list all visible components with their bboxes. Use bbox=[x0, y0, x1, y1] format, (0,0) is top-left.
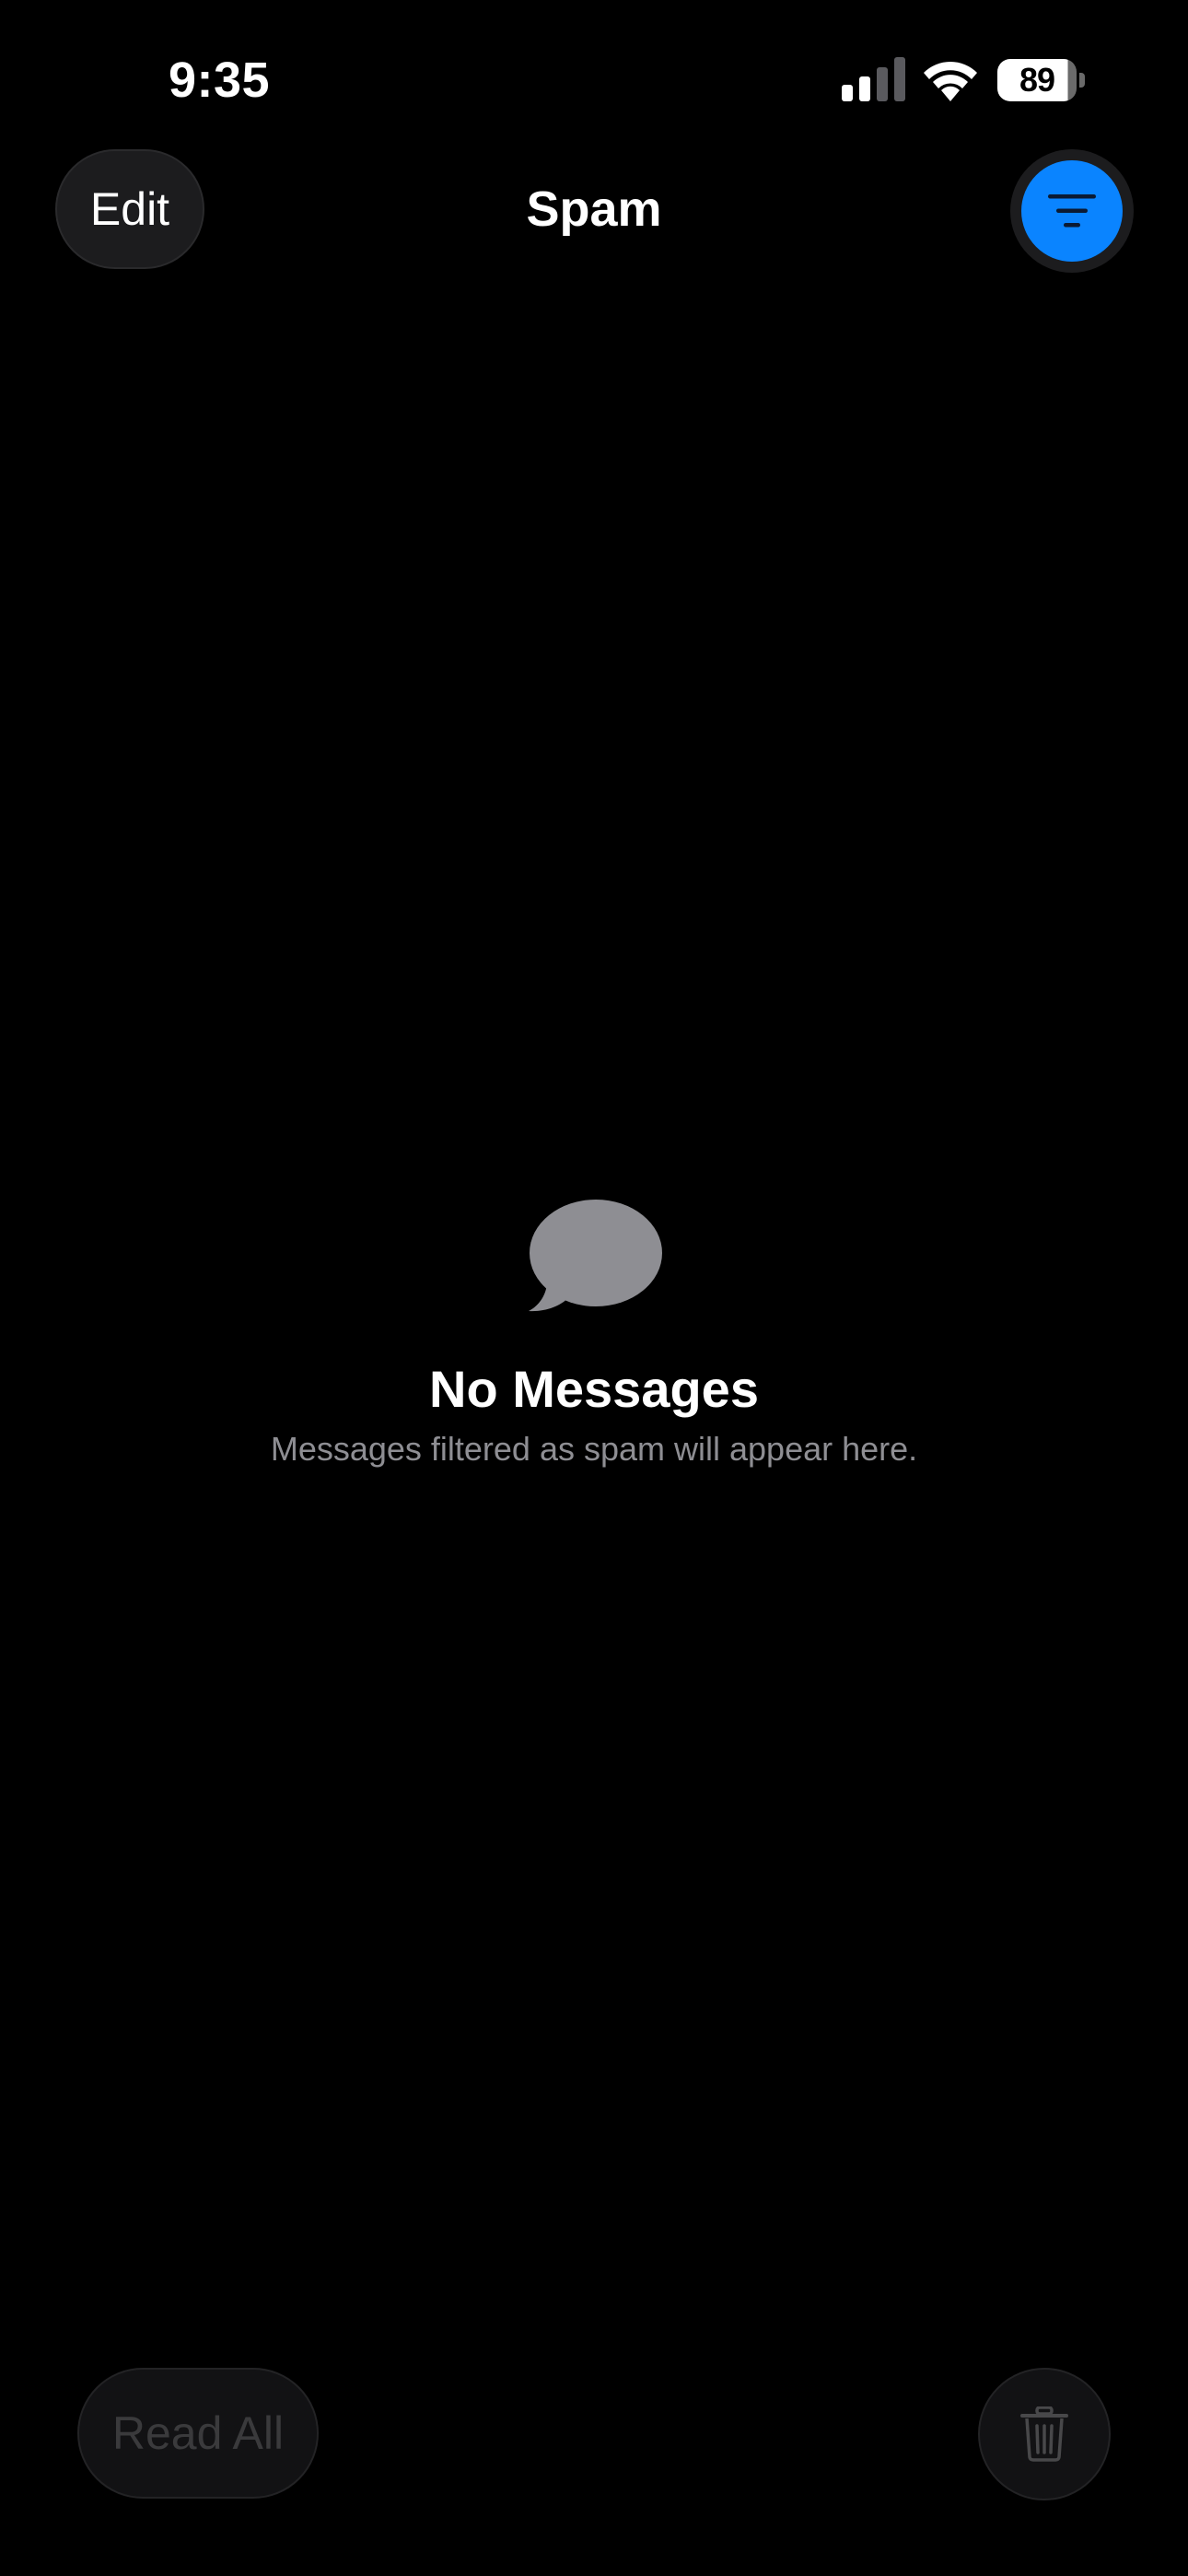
filter-button[interactable] bbox=[1010, 149, 1134, 273]
cellular-signal-icon bbox=[842, 57, 905, 101]
battery-icon: 89 bbox=[997, 59, 1086, 101]
trash-icon bbox=[1020, 2406, 1068, 2462]
battery-tip bbox=[1079, 73, 1085, 88]
message-bubble-icon bbox=[529, 1200, 662, 1312]
filter-icon bbox=[1048, 194, 1096, 228]
wifi-icon bbox=[924, 61, 977, 101]
read-all-button[interactable]: Read All bbox=[77, 2368, 319, 2499]
page-title: Spam bbox=[526, 181, 662, 237]
edit-button[interactable]: Edit bbox=[55, 149, 204, 269]
status-time: 9:35 bbox=[169, 53, 271, 108]
trash-button[interactable] bbox=[978, 2368, 1111, 2500]
battery-level: 89 bbox=[1019, 61, 1055, 99]
filter-button-fill[interactable] bbox=[1021, 160, 1123, 262]
empty-state-title: No Messages bbox=[429, 1360, 759, 1418]
battery-body: 89 bbox=[997, 59, 1077, 101]
empty-state-subtitle: Messages filtered as spam will appear he… bbox=[270, 1430, 918, 1468]
